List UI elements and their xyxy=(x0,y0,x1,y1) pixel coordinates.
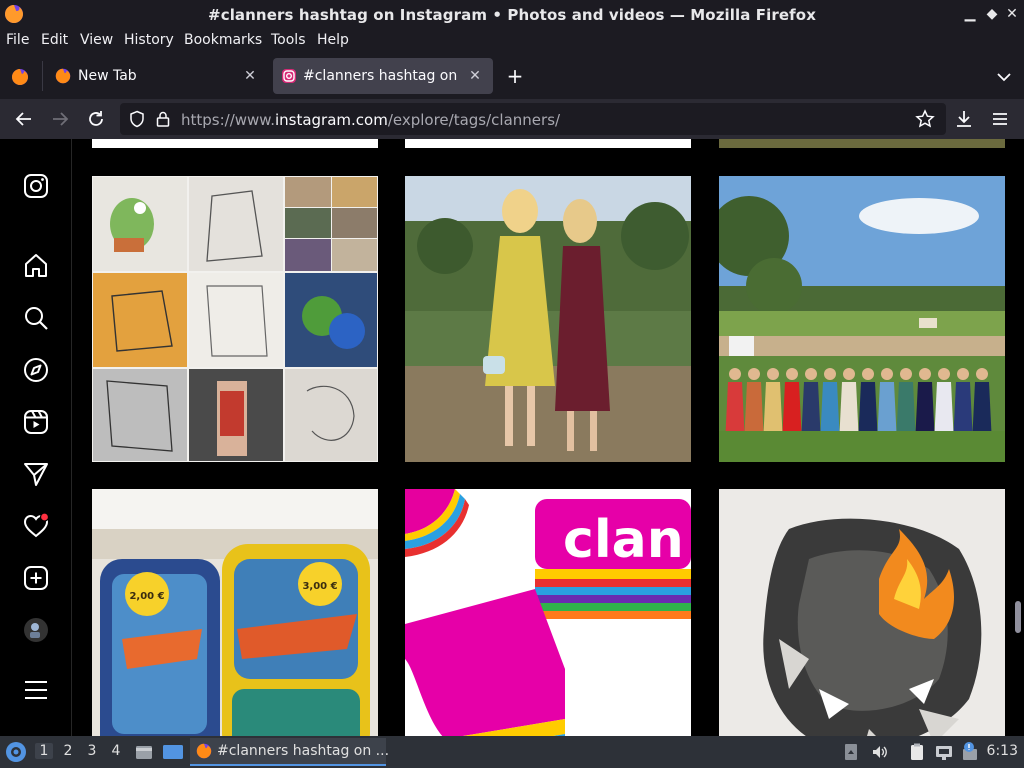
url-text[interactable]: https://www.instagram.com/explore/tags/c… xyxy=(181,111,560,129)
home-icon[interactable] xyxy=(22,252,50,280)
post-partial[interactable] xyxy=(405,139,691,148)
firefox-favicon-icon xyxy=(55,68,71,84)
system-taskbar: 1 2 3 4 #clanners hashtag on ... 6:13 xyxy=(0,736,1024,768)
network-icon[interactable] xyxy=(934,742,954,762)
more-menu-icon[interactable] xyxy=(22,676,50,704)
explore-icon[interactable] xyxy=(22,356,50,384)
post-partial[interactable] xyxy=(92,139,378,148)
search-icon[interactable] xyxy=(22,304,50,332)
navigation-toolbar: https://www.instagram.com/explore/tags/c… xyxy=(0,99,1024,139)
workspace-2[interactable]: 2 xyxy=(59,743,77,759)
task-label: #clanners hashtag on ... xyxy=(217,743,390,759)
window-title: #clanners hashtag on Instagram • Photos … xyxy=(208,6,816,24)
clipboard-icon[interactable] xyxy=(907,742,927,762)
post-grid: 2,00 € 3,00 € clan xyxy=(72,139,1024,736)
instagram-sidebar xyxy=(0,139,72,736)
firefox-view-icon[interactable] xyxy=(10,67,30,87)
tab-new-tab[interactable]: New Tab ✕ xyxy=(48,58,268,94)
shield-icon[interactable] xyxy=(128,110,146,128)
post-clan-logo[interactable]: clan xyxy=(405,489,691,736)
firefox-task-icon xyxy=(196,743,212,759)
back-icon[interactable] xyxy=(12,107,36,131)
new-tab-icon[interactable]: + xyxy=(504,65,526,87)
notification-area-icon[interactable] xyxy=(843,742,859,762)
menu-bar: File Edit View History Bookmarks Tools H… xyxy=(0,30,1024,52)
notifications-icon[interactable] xyxy=(22,512,50,540)
clan-logo-text: clan xyxy=(563,510,684,570)
forward-icon[interactable] xyxy=(48,107,72,131)
menu-view[interactable]: View xyxy=(80,32,113,48)
workspace-3[interactable]: 3 xyxy=(83,743,101,759)
tab-label: #clanners hashtag on Inst xyxy=(303,68,461,84)
taskbar-clock: 6:13 xyxy=(986,743,1018,759)
post-group-vineyard[interactable] xyxy=(719,176,1005,462)
post-partial[interactable] xyxy=(719,139,1005,148)
close-tab-icon[interactable]: ✕ xyxy=(465,66,485,86)
reels-icon[interactable] xyxy=(22,408,50,436)
backpack-price-right: 3,00 € xyxy=(302,581,337,592)
update-notifier-icon[interactable] xyxy=(960,741,982,763)
tab-clanners[interactable]: #clanners hashtag on Inst ✕ xyxy=(273,58,493,94)
list-all-tabs-icon[interactable] xyxy=(994,67,1014,87)
start-menu-icon[interactable] xyxy=(4,740,28,764)
bookmark-star-icon[interactable] xyxy=(915,109,935,129)
downloads-icon[interactable] xyxy=(952,107,976,131)
tab-strip: New Tab ✕ #clanners hashtag on Inst ✕ + xyxy=(0,53,1024,99)
maximize-icon[interactable]: ◆ xyxy=(982,4,1002,24)
file-manager-icon[interactable] xyxy=(134,742,154,762)
volume-icon[interactable] xyxy=(870,742,890,762)
close-window-icon[interactable]: ✕ xyxy=(1002,4,1022,24)
menu-bookmarks[interactable]: Bookmarks xyxy=(184,32,262,48)
close-tab-icon[interactable]: ✕ xyxy=(240,66,260,86)
profile-avatar[interactable] xyxy=(22,616,50,644)
workspace-1[interactable]: 1 xyxy=(35,743,53,759)
reload-icon[interactable] xyxy=(84,107,108,131)
backpack-price-left: 2,00 € xyxy=(129,591,164,602)
post-sketches-collage[interactable] xyxy=(92,176,378,462)
instagram-favicon-icon xyxy=(282,69,296,83)
page-scrollbar-thumb[interactable] xyxy=(1015,601,1021,633)
tab-label: New Tab xyxy=(78,68,137,84)
url-bar[interactable]: https://www.instagram.com/explore/tags/c… xyxy=(120,103,946,135)
post-two-women-vineyard[interactable] xyxy=(405,176,691,462)
messages-icon[interactable] xyxy=(22,460,50,488)
show-desktop-icon[interactable] xyxy=(162,742,184,762)
menu-history[interactable]: History xyxy=(124,32,174,48)
post-burning-paper[interactable] xyxy=(719,489,1005,736)
workspace-4[interactable]: 4 xyxy=(107,743,125,759)
taskbar-firefox-task[interactable]: #clanners hashtag on ... xyxy=(190,738,390,766)
menu-help[interactable]: Help xyxy=(317,32,349,48)
lock-icon[interactable] xyxy=(154,110,172,128)
window-titlebar: #clanners hashtag on Instagram • Photos … xyxy=(0,0,1024,30)
menu-edit[interactable]: Edit xyxy=(41,32,68,48)
post-planes-backpacks[interactable]: 2,00 € 3,00 € xyxy=(92,489,378,736)
page-content: 2,00 € 3,00 € clan xyxy=(0,139,1024,736)
create-icon[interactable] xyxy=(22,564,50,592)
instagram-logo-icon[interactable] xyxy=(22,172,50,200)
menu-tools[interactable]: Tools xyxy=(271,32,306,48)
minimize-icon[interactable]: ▁ xyxy=(960,4,980,24)
hamburger-menu-icon[interactable] xyxy=(988,107,1012,131)
menu-file[interactable]: File xyxy=(6,32,29,48)
